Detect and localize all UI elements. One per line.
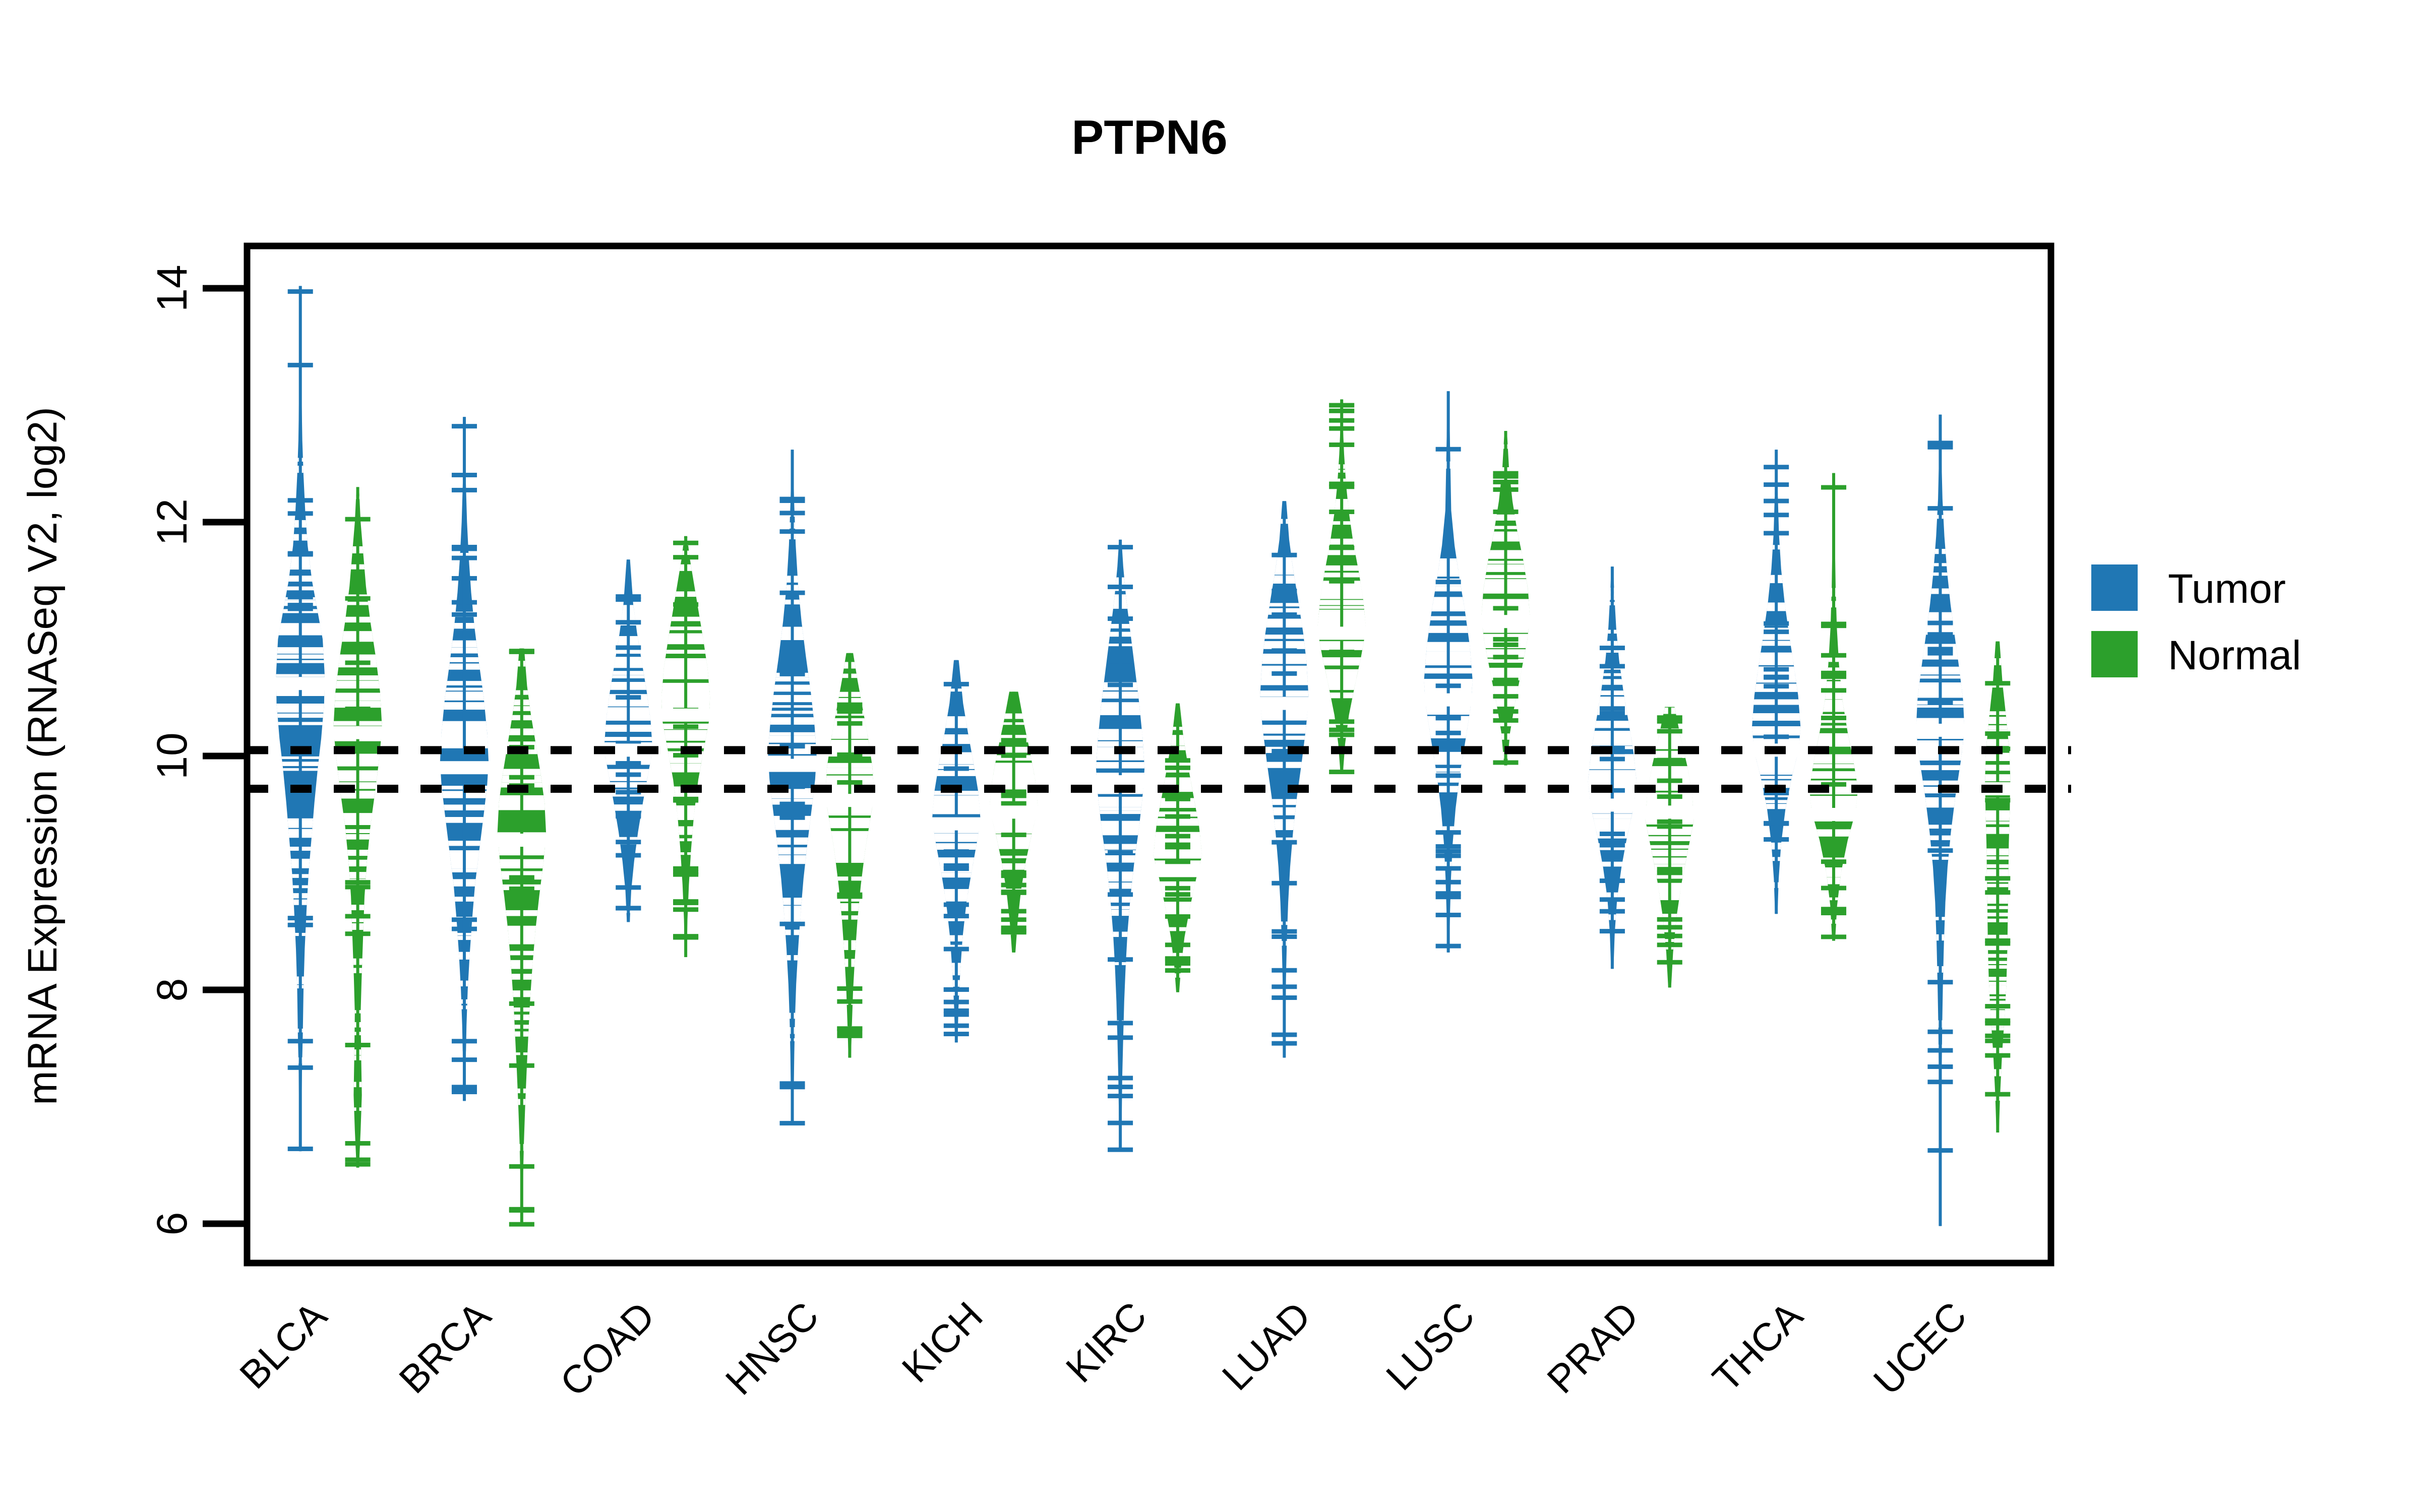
bean-spine bbox=[1340, 399, 1344, 774]
chart-figure: PTPN6 mRNA Expression (RNASeq V2, log2) … bbox=[0, 0, 2420, 1512]
bean-spine bbox=[1996, 641, 2000, 1133]
median-line bbox=[1807, 808, 1860, 821]
bean-spine bbox=[1504, 431, 1507, 766]
median-line bbox=[1586, 798, 1639, 812]
y-axis-title: mRNA Expression (RNASeq V2, log2) bbox=[20, 407, 66, 1105]
bean-spine bbox=[1446, 391, 1450, 953]
median-line bbox=[1914, 723, 1967, 737]
y-tick-label: 14 bbox=[148, 265, 196, 311]
bean-spine bbox=[848, 653, 852, 1058]
median-line bbox=[823, 794, 876, 807]
chart-title: PTPN6 bbox=[1071, 110, 1227, 164]
median-line bbox=[659, 708, 712, 722]
y-tick-label: 10 bbox=[148, 732, 196, 779]
bean-spine bbox=[1119, 539, 1122, 1152]
bean-spine bbox=[298, 286, 302, 1152]
bean-spine bbox=[1283, 501, 1286, 1058]
y-tick-label: 6 bbox=[148, 1212, 196, 1236]
median-line bbox=[274, 677, 327, 690]
bean-spine bbox=[954, 660, 958, 1043]
bean-spine bbox=[1610, 566, 1614, 969]
median-line bbox=[1258, 697, 1311, 710]
median-line bbox=[930, 817, 983, 831]
bean-spine bbox=[1012, 691, 1015, 953]
bean-spine bbox=[356, 487, 359, 1168]
bean-spine bbox=[462, 417, 466, 1101]
bean-spine bbox=[791, 450, 794, 1124]
bean-spine bbox=[1668, 707, 1671, 988]
legend-swatch-tumor bbox=[2091, 564, 2138, 611]
median-line bbox=[495, 834, 548, 847]
bean-spine bbox=[520, 648, 523, 1226]
legend-swatch-normal bbox=[2091, 631, 2138, 677]
median-line bbox=[1422, 693, 1475, 707]
legend-label-tumor: Tumor bbox=[2168, 566, 2286, 612]
median-line bbox=[1479, 615, 1532, 628]
median-line bbox=[1151, 864, 1204, 877]
bean-spine bbox=[1832, 473, 1836, 941]
y-tick-label: 12 bbox=[148, 498, 196, 545]
median-line bbox=[331, 726, 384, 739]
median-line bbox=[987, 805, 1040, 819]
bean-spine bbox=[627, 559, 630, 922]
bean-spine bbox=[1775, 450, 1778, 914]
beanplot-chart: PTPN6 mRNA Expression (RNASeq V2, log2) … bbox=[0, 0, 2420, 1512]
legend-label-normal: Normal bbox=[2168, 633, 2301, 678]
median-line bbox=[766, 759, 819, 772]
median-line bbox=[1643, 805, 1696, 819]
y-tick-label: 8 bbox=[148, 978, 196, 1002]
bean-spine bbox=[1939, 414, 1942, 1226]
median-line bbox=[438, 761, 491, 775]
median-line bbox=[1315, 626, 1368, 640]
